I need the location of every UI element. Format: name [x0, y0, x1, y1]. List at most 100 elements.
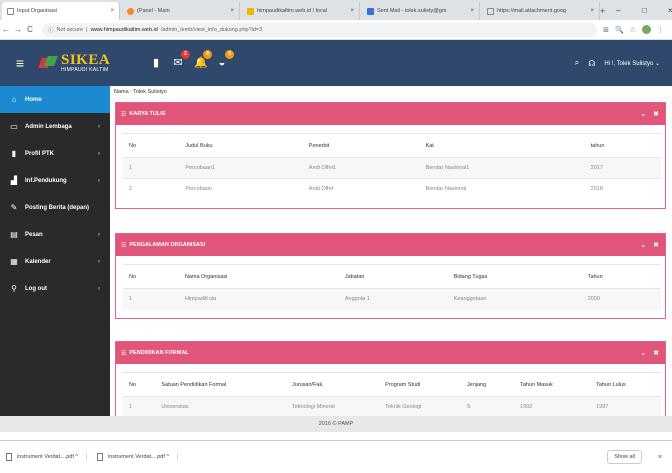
- show-all-button[interactable]: Show all: [607, 450, 642, 464]
- sidebar-item-icon: ▮: [11, 149, 17, 158]
- sidebar-item-icon: ⌂: [11, 95, 17, 104]
- logo-mark: [38, 56, 58, 70]
- download-item[interactable]: instrument Verdat....pdf ^: [96, 453, 178, 461]
- tab-close-icon[interactable]: ×: [590, 8, 594, 14]
- collapse-icon[interactable]: ⌄: [640, 110, 646, 118]
- mail-icon[interactable]: ✉ 2: [172, 50, 190, 69]
- browser-tab[interactable]: Input Organisasi ×: [2, 2, 120, 20]
- sidebar-item-admin-lembaga[interactable]: ▭ Admin Lembaga ‹: [0, 113, 110, 140]
- tab-title: himpaudikaltim.web.id / local: [257, 8, 328, 14]
- bell-icon[interactable]: 🔔 4: [194, 50, 212, 69]
- tab-close-icon[interactable]: ×: [230, 8, 234, 14]
- logo-subtitle: HIMPAUDI KALTIM: [61, 67, 109, 73]
- maximize-button[interactable]: □: [631, 6, 657, 15]
- table-cell: 1997: [590, 396, 661, 416]
- page-footer: 2016 © PAMP: [0, 416, 672, 432]
- chevron-left-icon: ‹: [98, 258, 100, 265]
- url-path: /admin_lemb/view_info_dukung.php?id=3: [160, 26, 263, 33]
- bookmark-star-icon[interactable]: ☆: [630, 26, 636, 34]
- close-downloads-icon[interactable]: ×: [658, 454, 662, 461]
- sidebar: ⌂ Home ▭ Admin Lembaga ‹ ▮ Profil PTK ‹ ▟ Inf.Pen…: [0, 86, 110, 416]
- browser-tab[interactable]: (Panel - Main ×: [122, 2, 240, 20]
- browser-actions: ⊞ 🔍 ☆ ⋮: [603, 25, 672, 34]
- site-logo[interactable]: SIKEA HIMPAUDI KALTIM: [38, 53, 150, 73]
- sidebar-item-profil-ptk[interactable]: ▮ Profil PTK ‹: [0, 140, 110, 167]
- panel-title: PENDIDIKAN FORMAL: [129, 350, 189, 356]
- table-cell: 1: [123, 157, 180, 179]
- tab-title: https://mail.attachment.goog: [497, 8, 567, 14]
- column-header: Jurusan/Fak.: [285, 372, 380, 397]
- list-icon: ☰: [121, 350, 127, 357]
- column-header: Jabatan: [338, 264, 448, 289]
- column-header: Bidang Tugas: [447, 264, 582, 289]
- table-cell: Andi Offet1: [302, 157, 420, 179]
- close-icon[interactable]: ✖: [653, 349, 659, 357]
- collapse-icon[interactable]: ⌄: [640, 349, 646, 357]
- headset-icon[interactable]: ☊: [588, 59, 595, 68]
- table-row: 2 Percobaan Andi Offet Bendar Nasional 2018: [123, 178, 661, 200]
- table-cell: Universitas: [155, 396, 286, 416]
- forward-icon[interactable]: →: [12, 25, 24, 34]
- close-window-button[interactable]: ×: [657, 6, 672, 15]
- table-cell: S: [460, 396, 515, 416]
- browser-tab[interactable]: https://mail.attachment.goog ×: [482, 2, 600, 20]
- notification-badge: 3: [225, 50, 234, 59]
- tag-icon[interactable]: ◒ 3: [216, 50, 234, 69]
- close-icon[interactable]: ✖: [653, 110, 659, 118]
- table-cell: Andi Offet: [302, 178, 420, 200]
- sidebar-item-icon: ⚲: [11, 284, 17, 293]
- header-right: ⌕ ☊ Hi !, Tolek Sulistyo ⌄: [575, 58, 672, 68]
- download-item[interactable]: instrument Verdat....pdf ^: [6, 453, 87, 461]
- tab-close-icon[interactable]: ×: [470, 8, 474, 14]
- table-cell: Percobaan: [179, 178, 303, 200]
- sidebar-item-log-out[interactable]: ⚲ Log out ‹: [0, 275, 110, 302]
- window-controls: – □ ×: [605, 0, 672, 20]
- document-icon[interactable]: ▮: [150, 57, 162, 69]
- table-cell: 1992: [514, 396, 591, 416]
- browser-tab[interactable]: Sent Mail - tolek.sulisty@gm ×: [362, 2, 480, 20]
- reload-icon[interactable]: C: [24, 25, 36, 34]
- panel-title: PENGALAMAN ORGANISASI: [129, 242, 206, 248]
- download-bar: instrument Verdat....pdf ^ instrument Ve…: [0, 440, 672, 473]
- profile-avatar[interactable]: [642, 25, 651, 34]
- column-header: Satuan Pendidikan Formal: [155, 372, 286, 397]
- address-bar: ← → C ⓘ Not secure | www.himpaudikaltim.…: [0, 20, 672, 40]
- breadcrumb: Nama : Tolek Sulistyo: [114, 89, 167, 95]
- browser-tab[interactable]: himpaudikaltim.web.id / local ×: [242, 2, 360, 20]
- url-field[interactable]: ⓘ Not secure | www.himpaudikaltim.web.id…: [42, 22, 598, 37]
- tab-favicon-icon: [127, 7, 134, 15]
- browser-menu-icon[interactable]: ⋮: [657, 26, 664, 34]
- sidebar-item-kalender[interactable]: ▦ Kalender ‹: [0, 248, 110, 275]
- tab-title: (Panel - Main: [137, 8, 170, 14]
- panel-title: KARYA TULIS: [129, 111, 166, 117]
- user-menu[interactable]: Hi !, Tolek Sulistyo ⌄: [604, 60, 660, 67]
- sidebar-item-icon: ▟: [10, 176, 18, 185]
- panel-header: ☰ KARYA TULIS ⌄ ✖: [116, 103, 665, 125]
- extensions-icon[interactable]: ⊞: [603, 26, 609, 34]
- chevron-left-icon: ‹: [98, 123, 100, 130]
- column-header: Jenjang: [460, 372, 515, 397]
- sidebar-item-pesan[interactable]: ▤ Pesan ‹: [0, 221, 110, 248]
- close-icon[interactable]: ✖: [653, 241, 659, 249]
- column-header: No: [123, 372, 156, 397]
- app-header: ≡ SIKEA HIMPAUDI KALTIM ▮ ✉ 2 🔔 4 ◒ 3 ⌕ ☊ Hi !…: [0, 40, 672, 86]
- sidebar-item-home[interactable]: ⌂ Home: [0, 86, 110, 113]
- list-icon: ☰: [121, 242, 127, 249]
- file-icon: [96, 453, 103, 461]
- back-icon[interactable]: ←: [0, 25, 12, 34]
- minimize-button[interactable]: –: [605, 6, 631, 15]
- tab-close-icon[interactable]: ×: [350, 8, 354, 14]
- hamburger-menu-icon[interactable]: ≡: [0, 55, 40, 71]
- sidebar-item-inf-pendukung[interactable]: ▟ Inf.Pendukung ‹: [0, 167, 110, 194]
- sidebar-item-icon: ▭: [10, 122, 18, 131]
- url-host: www.himpaudikaltim.web.id: [90, 26, 158, 33]
- collapse-icon[interactable]: ⌄: [640, 241, 646, 249]
- sidebar-item-posting-berita-depan[interactable]: ✎ Posting Berita (depan): [0, 194, 110, 221]
- tab-close-icon[interactable]: ×: [110, 8, 114, 14]
- column-header: Judul Buku: [179, 133, 303, 158]
- chevron-left-icon: ‹: [98, 150, 100, 157]
- tab-title: Input Organisasi: [17, 8, 58, 14]
- search-icon[interactable]: ⌕: [575, 58, 579, 68]
- zoom-icon[interactable]: 🔍: [615, 26, 624, 34]
- notification-badge: 2: [181, 50, 190, 59]
